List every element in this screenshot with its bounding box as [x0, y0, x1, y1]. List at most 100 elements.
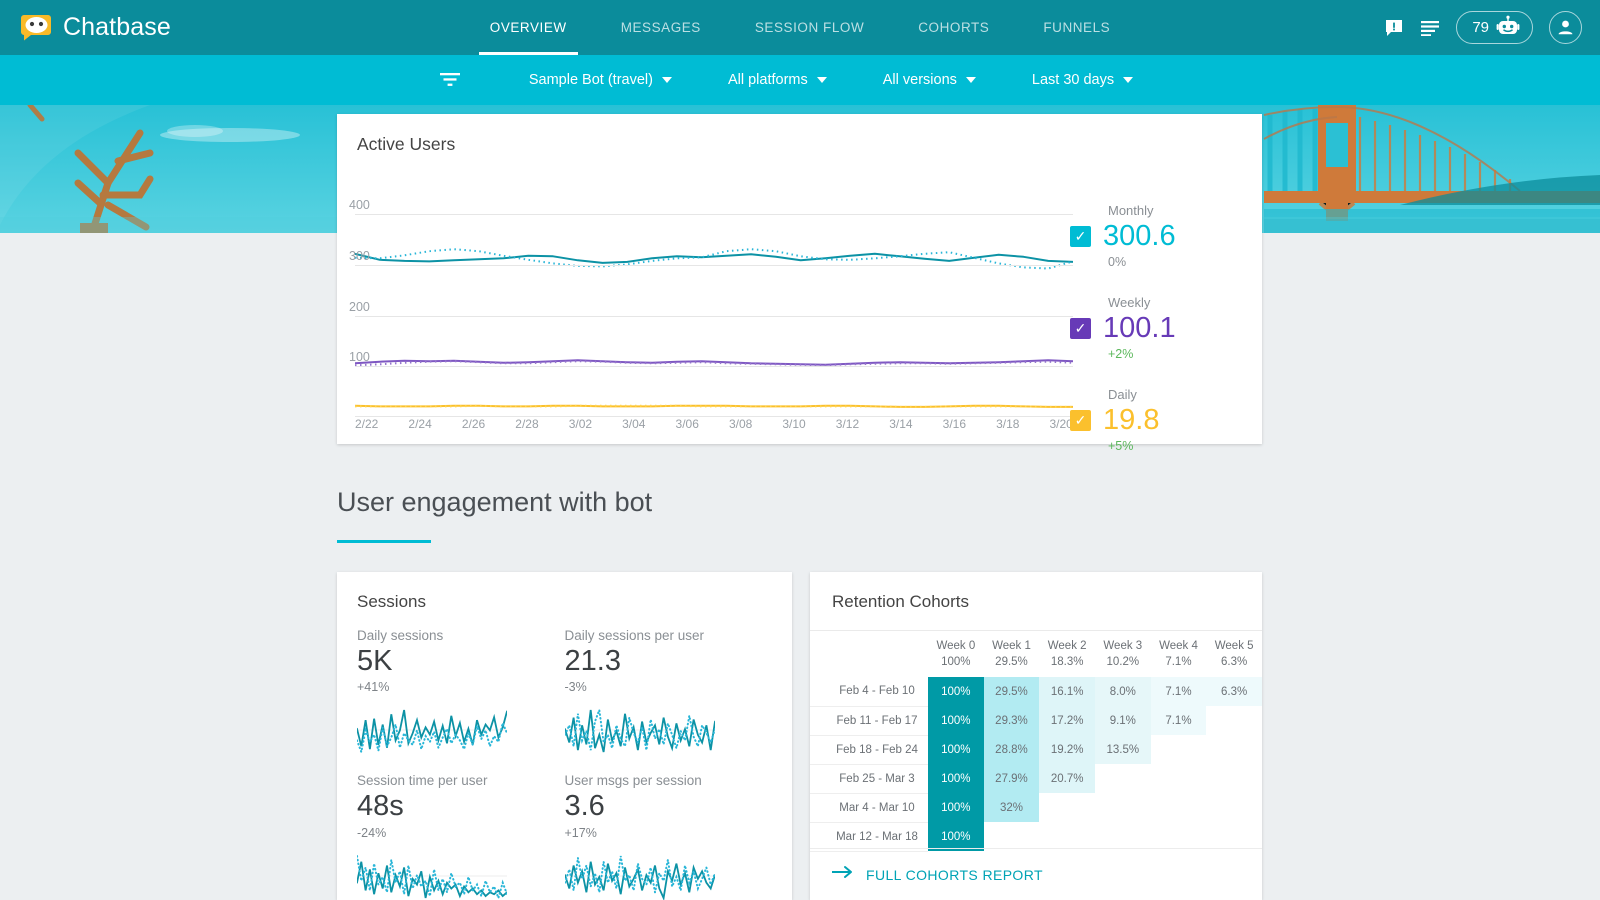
cohort-cell: 6.3% — [1206, 677, 1262, 706]
legend-checkbox-daily[interactable]: ✓ — [1070, 410, 1091, 431]
x-axis-tick: 3/14 — [889, 417, 913, 431]
cohort-cell — [1151, 735, 1207, 764]
tab-funnels[interactable]: FUNNELS — [1016, 0, 1137, 55]
cohorts-col-week5: Week 5 — [1214, 640, 1254, 652]
cohorts-avg-week3: 10.2% — [1106, 656, 1140, 668]
cohort-cell: 16.1% — [1039, 677, 1095, 706]
cohort-cell — [1206, 706, 1262, 735]
x-axis-tick: 3/02 — [568, 417, 593, 431]
cohorts-avg-week4: 7.1% — [1165, 656, 1192, 668]
table-row: Feb 11 - Feb 17 100% 29.3% 17.2% 9.1% 7.1% — [810, 706, 1262, 736]
sparkline-series — [563, 710, 716, 753]
metric-value: 48s — [357, 790, 404, 823]
cohort-cell: 100% — [928, 706, 984, 735]
metric-delta: +17% — [564, 825, 597, 840]
cohort-cell: 13.5% — [1094, 735, 1151, 764]
bot-count-pill[interactable]: 79 — [1456, 11, 1533, 44]
table-row: Mar 12 - Mar 18 100% — [810, 822, 1262, 852]
legend-group-daily: Daily ✓ 19.8 +5% — [1070, 387, 1240, 453]
gridline — [355, 366, 1073, 368]
filter-platform-label: All platforms — [727, 72, 808, 88]
cohort-cell: 9.1% — [1094, 706, 1151, 735]
cohorts-header-averages: 100% 29.5% 18.3% 10.2% 7.1% 6.3% — [810, 652, 1262, 677]
cohorts-corner-cell — [810, 631, 928, 652]
x-axis-tick: 2/28 — [515, 417, 539, 431]
legend-value-weekly: 100.1 — [1103, 312, 1176, 344]
x-axis-tick: 2/26 — [461, 417, 486, 431]
sessions-title: Sessions — [357, 592, 426, 611]
filter-platform-select[interactable]: All platforms — [700, 72, 855, 88]
metric-delta: -3% — [564, 680, 587, 695]
cohort-cell — [1095, 793, 1151, 822]
chevron-down-icon — [816, 77, 827, 83]
legend-checkbox-weekly[interactable]: ✓ — [1070, 318, 1091, 339]
cohort-cell: 29.3% — [983, 706, 1040, 735]
active-users-chart: 400 300 200 100 — [349, 198, 1074, 417]
cohorts-header-weeks: Week 0 Week 1 Week 2 Week 3 Week 4 Week … — [810, 631, 1262, 652]
metric-daily-sessions-per-user: Daily sessions per user 21.3 -3% — [563, 628, 773, 761]
x-axis-tick: 2/24 — [408, 417, 432, 431]
legend-delta-daily: +5% — [1108, 439, 1134, 453]
cohort-cell — [1206, 793, 1262, 822]
cohort-cell — [1151, 822, 1207, 851]
metric-value: 21.3 — [564, 645, 621, 677]
x-axis-tick: 3/08 — [728, 417, 753, 431]
x-axis-tick: 3/10 — [782, 417, 806, 431]
cohort-cell: 19.2% — [1039, 735, 1095, 764]
tab-messages[interactable]: MESSAGES — [594, 0, 728, 55]
top-bar-actions: 79 — [1384, 0, 1582, 55]
section-heading: User engagement with bot — [337, 487, 937, 543]
tab-session-flow[interactable]: SESSION FLOW — [728, 0, 891, 55]
legend-label-weekly: Weekly — [1108, 295, 1151, 310]
cohort-cell — [1151, 793, 1207, 822]
cohort-cell — [1039, 822, 1095, 851]
legend-label-daily: Daily — [1108, 387, 1137, 402]
primary-tabs: OVERVIEW MESSAGES SESSION FLOW COHORTS F… — [0, 0, 1600, 55]
cohort-cell: 17.2% — [1039, 706, 1095, 735]
active-users-title: Active Users — [357, 134, 456, 154]
full-cohorts-report-link[interactable]: FULL COHORTS REPORT — [810, 848, 1262, 900]
feedback-speech-bubble-icon[interactable] — [1384, 18, 1404, 38]
sessions-metric-grid: Daily sessions 5K +41% Daily sessions pe… — [356, 628, 773, 900]
cohort-cell: 7.1% — [1150, 677, 1207, 706]
metric-delta: -24% — [357, 825, 387, 840]
tab-overview[interactable]: OVERVIEW — [463, 0, 594, 55]
gridline — [355, 214, 1073, 216]
cohort-cell — [1151, 764, 1207, 793]
y-axis-tick: 400 — [349, 198, 370, 213]
cohort-cell — [1039, 793, 1095, 822]
cohort-cell — [984, 822, 1040, 851]
x-axis-tick: 3/16 — [942, 417, 966, 431]
metric-session-time-per-user: Session time per user 48s -24% — [356, 773, 565, 900]
sparkline-plot — [563, 855, 716, 900]
sparkline-plot — [356, 854, 508, 900]
chevron-down-icon — [1123, 77, 1134, 83]
legend-group-weekly: Weekly ✓ 100.1 +2% — [1070, 295, 1240, 361]
cohort-row-label: Feb 11 - Feb 17 — [810, 706, 928, 736]
cohort-cell: 7.1% — [1150, 706, 1207, 735]
filter-funnel-icon[interactable] — [439, 71, 461, 89]
filter-daterange-select[interactable]: Last 30 days — [1004, 72, 1161, 88]
legend-checkbox-monthly[interactable]: ✓ — [1070, 226, 1091, 247]
cohorts-avg-week1: 29.5% — [995, 656, 1028, 668]
user-account-icon[interactable] — [1549, 11, 1582, 44]
cohort-cell: 32% — [983, 793, 1040, 822]
cohorts-avg-week5: 6.3% — [1221, 656, 1248, 668]
tab-cohorts[interactable]: COHORTS — [891, 0, 1016, 55]
x-axis-tick: 3/06 — [675, 417, 699, 431]
metric-label: Daily sessions per user — [564, 628, 705, 643]
filter-version-select[interactable]: All versions — [855, 72, 1004, 88]
retention-cohorts-title: Retention Cohorts — [832, 592, 970, 611]
cohorts-avg-week0: 100% — [941, 656, 971, 668]
robot-head-icon — [1496, 15, 1520, 41]
cohort-cell: 100% — [928, 793, 984, 822]
filter-bot-select[interactable]: Sample Bot (travel) — [501, 72, 700, 88]
filter-bot-label: Sample Bot (travel) — [528, 72, 653, 88]
cohort-cell: 27.9% — [983, 764, 1040, 793]
cohort-cell — [1206, 764, 1262, 793]
cohort-row-label: Feb 18 - Feb 24 — [810, 735, 928, 765]
legend-delta-monthly: 0% — [1108, 255, 1127, 269]
list-menu-icon[interactable] — [1420, 20, 1440, 36]
legend-group-monthly: Monthly ✓ 300.6 0% — [1070, 203, 1240, 269]
metric-value: 5K — [357, 645, 393, 677]
